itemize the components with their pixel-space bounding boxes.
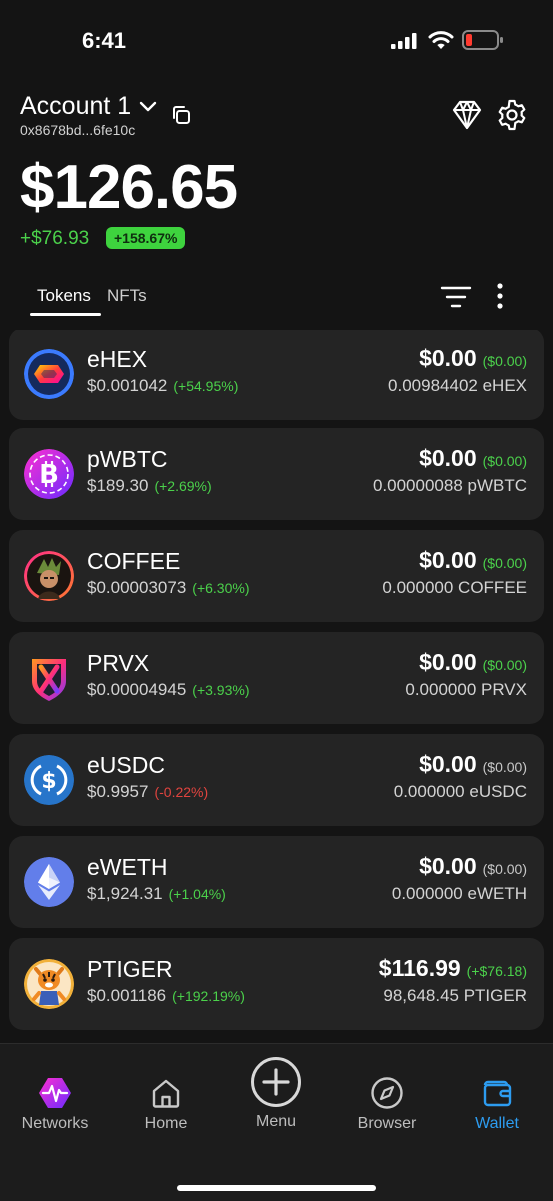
- account-address: 0x8678bd...6fe10c: [20, 122, 136, 138]
- token-value: $0.00 ($0.00): [419, 345, 527, 371]
- token-value-change: ($0.00): [482, 353, 527, 369]
- total-balance: $126.65: [20, 153, 238, 222]
- token-price: $0.001042 (+54.95%): [87, 376, 239, 395]
- svg-text:B: B: [39, 460, 59, 490]
- nav-menu[interactable]: Menu: [226, 1056, 326, 1131]
- networks-pulse-icon: [39, 1078, 71, 1108]
- prvx-shield-icon: [24, 653, 74, 703]
- token-row-pwbtc[interactable]: B pWBTC $189.30 (+2.69%) $0.00 ($0.00) 0.0…: [9, 428, 544, 520]
- token-value: $0.00 ($0.00): [419, 547, 527, 573]
- token-list[interactable]: eHEX $0.001042 (+54.95%) $0.00 ($0.00) 0.0…: [0, 330, 553, 1042]
- hex-icon: [24, 349, 74, 399]
- tab-nfts[interactable]: NFTs: [107, 286, 147, 306]
- token-symbol: eWETH: [87, 854, 168, 880]
- plus-circle-icon: [251, 1057, 301, 1107]
- nav-label: Networks: [21, 1115, 89, 1132]
- nav-label: Wallet: [475, 1115, 519, 1132]
- gear-icon[interactable]: [495, 98, 529, 132]
- token-price: $0.001186 (+192.19%): [87, 986, 245, 1005]
- token-value: $0.00 ($0.00): [419, 649, 527, 675]
- token-value-change: (+$76.18): [466, 963, 527, 979]
- token-value: $0.00 ($0.00): [419, 445, 527, 471]
- nav-wallet[interactable]: Wallet: [447, 1076, 547, 1133]
- token-row-ehex[interactable]: eHEX $0.001042 (+54.95%) $0.00 ($0.00) 0.0…: [9, 330, 544, 420]
- token-price-change: (-0.22%): [154, 784, 209, 800]
- token-price: $0.9957 (-0.22%): [87, 782, 209, 801]
- status-bar: 6:41: [0, 0, 553, 80]
- token-value-change: ($0.00): [482, 759, 527, 775]
- balance-change-badge: +158.67%: [106, 227, 186, 249]
- token-price: $189.30 (+2.69%): [87, 476, 212, 495]
- token-amount: 0.000000 COFFEE: [382, 578, 527, 597]
- wallet-icon: [483, 1080, 512, 1107]
- token-symbol: PRVX: [87, 650, 150, 676]
- home-icon: [152, 1079, 180, 1108]
- bitcoin-icon: B: [24, 449, 74, 499]
- battery-low-icon: [462, 30, 503, 50]
- token-price-change: (+3.93%): [192, 682, 250, 698]
- nav-browser[interactable]: Browser: [337, 1076, 437, 1133]
- token-amount: 0.00984402 eHEX: [388, 376, 527, 395]
- nav-label: Menu: [255, 1113, 297, 1130]
- more-vertical-icon[interactable]: [494, 281, 506, 311]
- token-value: $0.00 ($0.00): [419, 751, 527, 777]
- token-row-coffee[interactable]: COFFEE $0.00003073 (+6.30%) $0.00 ($0.00) …: [9, 530, 544, 622]
- usdc-icon: $: [24, 755, 74, 805]
- active-tab-indicator: [30, 313, 101, 316]
- balance-change: +$76.93: [20, 228, 90, 249]
- chevron-down-icon: [139, 101, 157, 111]
- coffee-token-icon: [24, 551, 74, 601]
- tab-tokens[interactable]: Tokens: [37, 286, 91, 306]
- token-row-eweth[interactable]: eWETH $1,924.31 (+1.04%) $0.00 ($0.00) 0.0…: [9, 836, 544, 928]
- token-amount: 0.000000 PRVX: [405, 680, 527, 699]
- compass-icon: [371, 1077, 403, 1109]
- token-amount: 0.000000 eWETH: [391, 884, 527, 903]
- status-time: 6:41: [82, 28, 127, 53]
- token-amount: 0.00000088 pWBTC: [372, 476, 527, 495]
- home-indicator: [177, 1185, 376, 1191]
- wifi-icon: [428, 31, 454, 49]
- token-price: $1,924.31 (+1.04%): [87, 884, 226, 903]
- token-symbol: eHEX: [87, 346, 148, 372]
- svg-text:$: $: [41, 769, 56, 794]
- token-value: $0.00 ($0.00): [419, 853, 527, 879]
- bottom-nav: Networks Home Menu Browser Wallet: [0, 1043, 553, 1201]
- token-value-change: ($0.00): [482, 657, 527, 673]
- token-value: $116.99 (+$76.18): [378, 955, 527, 981]
- nav-home[interactable]: Home: [116, 1076, 216, 1133]
- tiger-icon: [24, 959, 74, 1009]
- diamond-icon[interactable]: [450, 98, 484, 132]
- copy-address-icon[interactable]: [170, 104, 192, 126]
- nav-label: Browser: [357, 1115, 417, 1132]
- token-price-change: (+54.95%): [173, 378, 239, 394]
- token-amount: 98,648.45 PTIGER: [383, 986, 527, 1005]
- cellular-signal-icon: [391, 33, 417, 49]
- token-value-change: ($0.00): [482, 453, 527, 469]
- account-name: Account 1: [20, 92, 132, 120]
- ethereum-icon: [24, 857, 74, 907]
- token-price: $0.00004945 (+3.93%): [87, 680, 250, 699]
- token-price: $0.00003073 (+6.30%): [87, 578, 250, 597]
- token-row-prvx[interactable]: PRVX $0.00004945 (+3.93%) $0.00 ($0.00) 0.…: [9, 632, 544, 724]
- token-price-change: (+2.69%): [154, 478, 212, 494]
- nav-networks[interactable]: Networks: [5, 1076, 105, 1133]
- token-price-change: (+1.04%): [168, 886, 226, 902]
- filter-icon[interactable]: [440, 284, 472, 310]
- token-symbol: pWBTC: [87, 446, 168, 472]
- token-amount: 0.000000 eUSDC: [393, 782, 527, 801]
- account-selector[interactable]: Account 1: [20, 92, 157, 121]
- token-value-change: ($0.00): [482, 861, 527, 877]
- token-row-eusdc[interactable]: $ eUSDC $0.9957 (-0.22%) $0.00 ($0.00) 0.0…: [9, 734, 544, 826]
- token-row-ptiger[interactable]: PTIGER $0.001186 (+192.19%) $116.99 (+$76.…: [9, 938, 544, 1030]
- token-value-change: ($0.00): [482, 555, 527, 571]
- nav-label: Home: [144, 1115, 188, 1132]
- token-symbol: eUSDC: [87, 752, 165, 778]
- token-price-change: (+192.19%): [172, 988, 245, 1004]
- token-symbol: PTIGER: [87, 956, 173, 982]
- token-symbol: COFFEE: [87, 548, 181, 574]
- token-price-change: (+6.30%): [192, 580, 250, 596]
